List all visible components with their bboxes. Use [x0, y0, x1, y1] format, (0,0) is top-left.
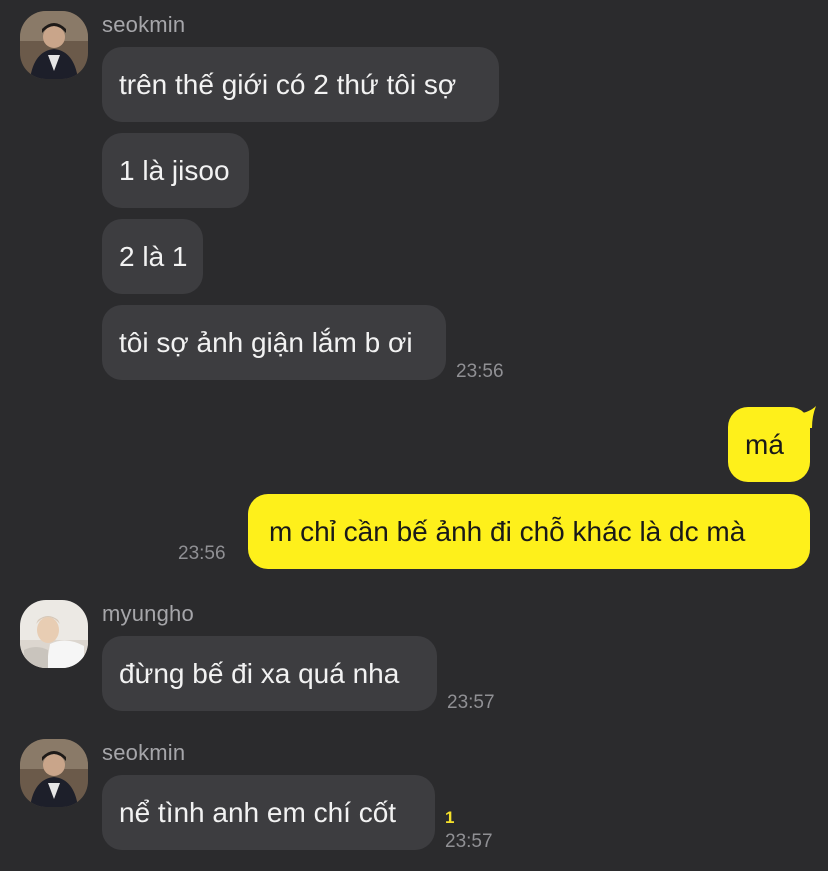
- message-bubble[interactable]: 2 là 1: [102, 219, 203, 294]
- message-bubble[interactable]: 1 là jisoo: [102, 133, 249, 208]
- message-timestamp: 23:56: [178, 543, 226, 564]
- message-timestamp: 23:57: [447, 692, 495, 713]
- user-photo-icon: [20, 600, 88, 668]
- sender-name: myungho: [102, 601, 194, 626]
- sender-name: seokmin: [102, 12, 186, 37]
- message-bubble-outgoing[interactable]: m chỉ cần bế ảnh đi chỗ khác là dc mà: [248, 494, 810, 569]
- message-timestamp: 23:57: [445, 831, 493, 852]
- message-bubble-outgoing[interactable]: má: [728, 407, 810, 482]
- avatar-seokmin[interactable]: [20, 739, 88, 807]
- message-bubble[interactable]: tôi sợ ảnh giận lắm b ơi: [102, 305, 446, 380]
- avatar-seokmin[interactable]: [20, 11, 88, 79]
- message-timestamp: 23:56: [456, 361, 504, 382]
- user-photo-icon: [20, 739, 88, 807]
- message-bubble[interactable]: đừng bế đi xa quá nha: [102, 636, 437, 711]
- message-bubble[interactable]: trên thế giới có 2 thứ tôi sợ: [102, 47, 499, 122]
- message-bubble[interactable]: nể tình anh em chí cốt: [102, 775, 435, 850]
- sender-name: seokmin: [102, 740, 186, 765]
- unread-count-badge: 1: [445, 808, 455, 827]
- avatar-myungho[interactable]: [20, 600, 88, 668]
- user-photo-icon: [20, 11, 88, 79]
